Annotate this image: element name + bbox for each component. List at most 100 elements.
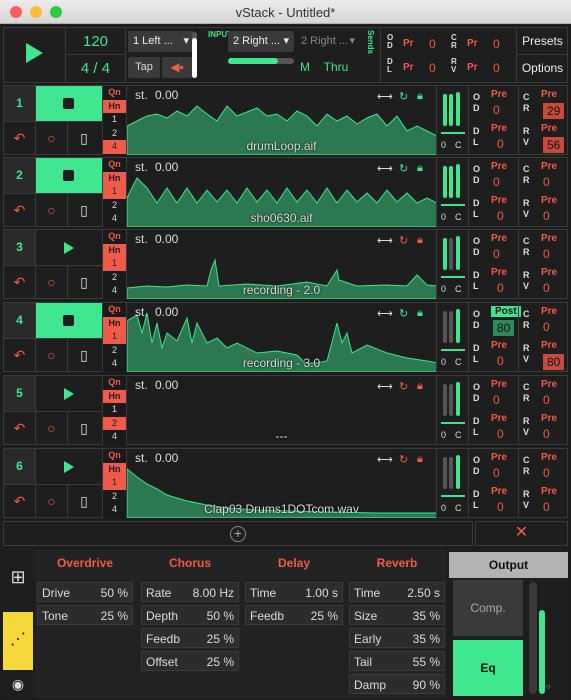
rv-pre-toggle[interactable]: Pre [541,413,557,424]
pan-slider[interactable] [441,204,465,206]
file-icon[interactable]: ▯ [68,412,100,445]
volume-slider[interactable] [456,92,460,126]
param-value[interactable]: 25 % [101,609,128,623]
quantize-option[interactable]: 2 [103,490,126,504]
od-pre-toggle[interactable]: Pre [491,233,507,244]
quantize-option[interactable]: Hn [103,389,126,404]
rv-value[interactable]: 0 [543,500,550,514]
cr-value[interactable]: 0 [543,466,550,480]
send-dl-value[interactable]: 0 [429,61,436,75]
od-value[interactable]: 0 [493,466,500,480]
input-right2-select[interactable]: 2 Right ... ▾ [296,31,358,52]
chorus-param-row[interactable]: Feedb 25 % [141,628,239,648]
quantize-option[interactable]: 2 [103,416,126,431]
rv-value[interactable]: 0 [543,281,550,295]
quantize-option[interactable]: Qn [103,303,126,317]
delay-param-row[interactable]: Feedb 25 % [245,605,343,625]
waveform-area[interactable]: st. 0.00 ⟷ ↻ 🔒︎ recording - 2.0 [126,230,436,299]
chorus-param-row[interactable]: Depth 50 % [141,605,239,625]
reverb-param-row[interactable]: Tail 55 % [349,651,445,671]
pan-slider[interactable] [441,349,465,351]
quantize-option[interactable]: 1 [103,403,126,417]
delay-param-row[interactable]: Time 1.00 s [245,582,343,602]
quantize-option[interactable]: Hn [103,462,126,477]
od-value[interactable]: 0 [493,175,500,189]
record-icon[interactable]: ○ [36,339,68,372]
tap-button[interactable]: Tap [128,57,160,78]
metronome-toggle[interactable]: ◀▪ [162,57,192,78]
trim-icon[interactable]: ⟷ [377,380,393,393]
overdrive-param-row[interactable]: Tone 25 % [37,605,133,625]
quantize-option[interactable]: Qn [103,158,126,172]
rv-value[interactable]: 80 [543,354,565,370]
pan-slider[interactable] [441,422,465,424]
rv-pre-toggle[interactable]: Pre [541,123,557,134]
record-icon[interactable]: ○ [36,485,68,518]
send-cr-value[interactable]: 0 [493,37,500,51]
reverb-param-row[interactable]: Size 35 % [349,605,445,625]
quantize-option[interactable]: 4 [103,430,126,444]
track-play-button[interactable] [36,86,102,122]
monitor-m-button[interactable]: M [296,57,314,78]
waveform-area[interactable]: st. 0.00 ⟷ ↻ 🔒︎ --- [126,376,436,445]
param-value[interactable]: 50 % [101,586,128,600]
rv-value[interactable]: 0 [543,209,550,223]
dl-value[interactable]: 0 [497,281,504,295]
dl-value[interactable]: 0 [497,209,504,223]
input-gain-slider[interactable] [228,58,294,64]
param-value[interactable]: 35 % [413,609,440,623]
semitone-value[interactable]: 0.00 [155,451,178,465]
loop-icon[interactable]: ↻ [399,380,408,393]
quantize-option[interactable]: Hn [103,99,126,114]
cr-value[interactable]: 29 [543,103,565,119]
file-icon[interactable]: ▯ [68,122,100,155]
rv-pre-toggle[interactable]: Pre [541,340,557,351]
comp-button[interactable]: Comp. [453,580,523,636]
quantize-option[interactable]: 1 [103,185,126,199]
rv-pre-toggle[interactable]: Pre [541,195,557,206]
param-value[interactable]: 1.00 s [305,586,338,600]
send-dl-pr[interactable]: Pr [403,62,414,73]
od-pre-toggle[interactable]: Pre [491,379,507,390]
quantize-option[interactable]: 4 [103,503,126,517]
quantize-option[interactable]: Hn [103,171,126,186]
quantize-option[interactable]: Qn [103,86,126,100]
send-od-pr[interactable]: Pr [403,38,414,49]
od-pre-toggle[interactable]: Pre [491,89,507,100]
quantize-option[interactable]: 1 [103,257,126,271]
param-value[interactable]: 25 % [311,609,338,623]
loop-icon[interactable]: ↻ [399,162,408,175]
time-signature[interactable]: 4 / 4 [66,55,126,82]
cr-pre-toggle[interactable]: Pre [541,306,557,317]
lock-icon[interactable]: 🔒︎ [417,307,423,320]
quantize-option[interactable]: Qn [103,376,126,390]
record-icon[interactable]: ○ [36,266,68,299]
rv-value[interactable]: 0 [543,427,550,441]
record-icon[interactable]: ○ [36,412,68,445]
quantize-option[interactable]: 4 [103,284,126,298]
semitone-value[interactable]: 0.00 [155,88,178,102]
trim-icon[interactable]: ⟷ [377,453,393,466]
cr-value[interactable]: 0 [543,175,550,189]
param-value[interactable]: 55 % [413,655,440,669]
reverb-param-row[interactable]: Damp 90 % [349,674,445,694]
param-value[interactable]: 8.00 Hz [193,586,234,600]
send-rv-value[interactable]: 0 [493,61,500,75]
routing-icon[interactable]: ⋰ [3,612,33,670]
reverb-param-row[interactable]: Time 2.50 s [349,582,445,602]
track-play-button[interactable] [36,376,102,412]
master-play-button[interactable] [4,28,66,82]
lock-icon[interactable]: 🔒︎ [417,380,423,393]
eq-button[interactable]: Eq [453,640,523,696]
volume-slider[interactable] [456,164,460,198]
dl-pre-toggle[interactable]: Pre [491,195,507,206]
param-value[interactable]: 50 % [207,609,234,623]
send-cr-pr[interactable]: Pr [467,38,478,49]
volume-slider[interactable] [456,309,460,343]
quantize-option[interactable]: 2 [103,344,126,358]
param-value[interactable]: 2.50 s [407,586,440,600]
reverb-param-row[interactable]: Early 35 % [349,628,445,648]
lock-icon[interactable]: 🔒︎ [417,234,423,247]
waveform-area[interactable]: st. 0.00 ⟷ ↻ 🔒︎ sho0630.aif [126,158,436,227]
presets-button[interactable]: Presets [516,28,568,55]
